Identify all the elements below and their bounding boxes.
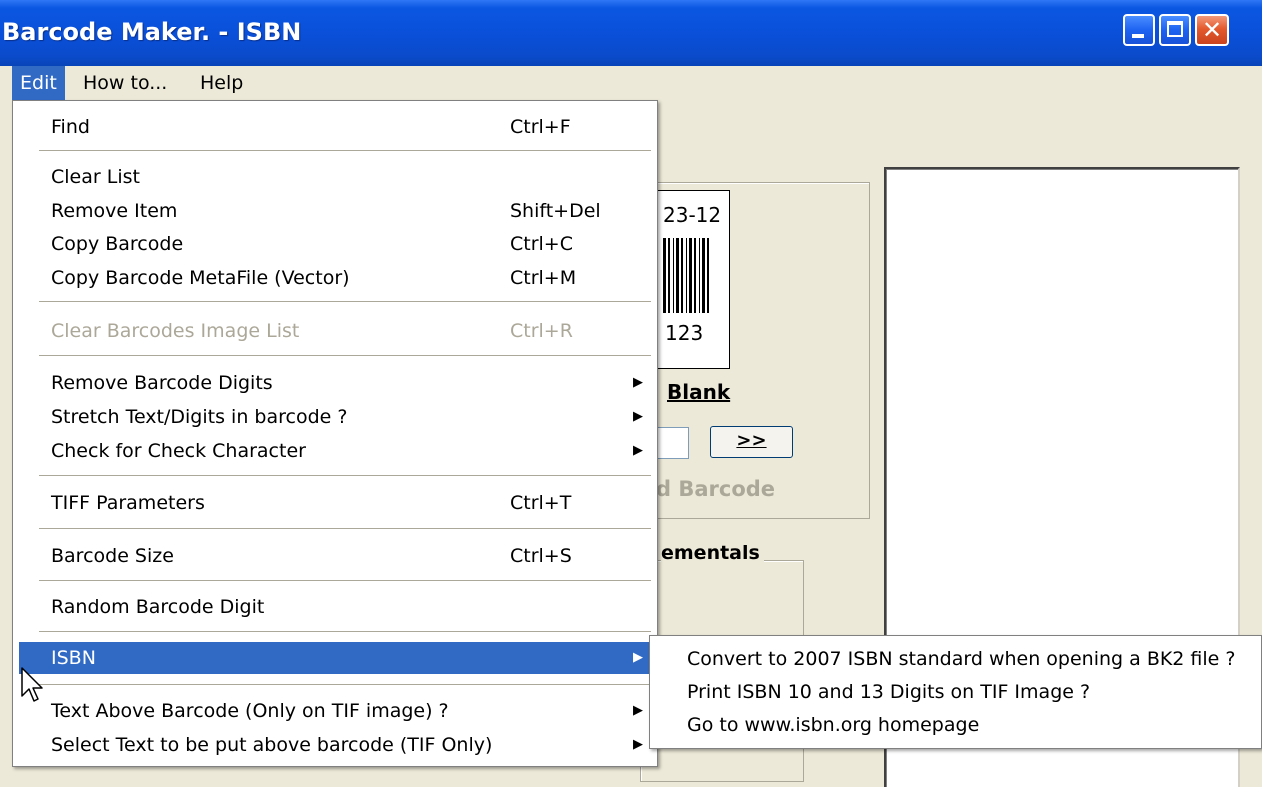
disabled-barcode-button: d Barcode xyxy=(656,477,776,501)
menu-item-shortcut: Ctrl+R xyxy=(510,320,573,342)
menu-item-copy-metafile[interactable]: Copy Barcode MetaFile (Vector) Ctrl+M xyxy=(13,262,657,294)
title-bar[interactable]: Barcode Maker. - ISBN ✕ xyxy=(0,0,1262,66)
menu-separator xyxy=(39,475,651,476)
next-button-label: >> xyxy=(736,430,767,451)
menu-edit[interactable]: Edit xyxy=(12,66,65,100)
submenu-arrow-icon: ▶ xyxy=(633,737,643,752)
submenu-item-label: Convert to 2007 ISBN standard when openi… xyxy=(687,648,1236,670)
menu-how-to[interactable]: How to... xyxy=(75,66,175,100)
menu-separator xyxy=(39,528,651,529)
maximize-button[interactable] xyxy=(1159,14,1191,46)
menu-item-select-text-above[interactable]: Select Text to be put above barcode (TIF… xyxy=(13,729,657,761)
menu-help[interactable]: Help xyxy=(192,66,251,100)
menu-item-label: Select Text to be put above barcode (TIF… xyxy=(51,734,493,756)
menu-item-label: Text Above Barcode (Only on TIF image) ? xyxy=(51,700,449,722)
menu-item-remove-item[interactable]: Remove Item Shift+Del xyxy=(13,195,657,227)
blank-label[interactable]: Blank xyxy=(667,380,730,404)
menu-item-shortcut: Ctrl+S xyxy=(510,545,572,567)
menu-item-stretch-text[interactable]: Stretch Text/Digits in barcode ? ▶ xyxy=(13,401,657,433)
menu-separator xyxy=(39,631,651,632)
window-title: Barcode Maker. - ISBN xyxy=(2,18,302,46)
menu-item-text-above[interactable]: Text Above Barcode (Only on TIF image) ?… xyxy=(13,695,657,727)
barcode-preview: 23-12 123 xyxy=(648,190,730,369)
barcode-top-text: 23-12 xyxy=(663,203,722,227)
menu-item-label: Random Barcode Digit xyxy=(51,596,265,618)
menu-separator xyxy=(39,580,651,581)
digit-input[interactable] xyxy=(655,427,689,459)
menu-item-shortcut: Ctrl+T xyxy=(510,492,572,514)
edit-menu: Find Ctrl+F Clear List Remove Item Shift… xyxy=(12,100,658,767)
close-icon: ✕ xyxy=(1201,16,1223,44)
menu-item-label: Clear Barcodes Image List xyxy=(51,320,300,342)
menu-separator xyxy=(39,355,651,356)
menu-item-label: Remove Barcode Digits xyxy=(51,372,273,394)
menu-item-label: Copy Barcode MetaFile (Vector) xyxy=(51,267,350,289)
menu-item-label: Find xyxy=(51,116,90,138)
barcode-bars xyxy=(663,238,711,313)
blank-label-text: Blank xyxy=(667,380,731,404)
submenu-item-convert-2007[interactable]: Convert to 2007 ISBN standard when openi… xyxy=(650,643,1261,675)
menu-item-isbn[interactable]: ISBN ▶ xyxy=(19,642,651,674)
menu-item-find[interactable]: Find Ctrl+F xyxy=(13,111,657,143)
maximize-icon xyxy=(1167,21,1183,37)
menu-separator xyxy=(39,301,651,302)
isbn-submenu: Convert to 2007 ISBN standard when openi… xyxy=(649,635,1262,749)
menu-item-label: Remove Item xyxy=(51,200,178,222)
menu-item-copy-barcode[interactable]: Copy Barcode Ctrl+C xyxy=(13,228,657,260)
submenu-item-label: Go to www.isbn.org homepage xyxy=(687,714,980,736)
menu-item-random-digit[interactable]: Random Barcode Digit xyxy=(13,591,657,623)
menu-separator xyxy=(39,150,651,151)
menu-item-label: Check for Check Character xyxy=(51,440,306,462)
supplementals-label: ementals xyxy=(661,542,764,564)
submenu-item-print-isbn[interactable]: Print ISBN 10 and 13 Digits on TIF Image… xyxy=(650,676,1261,708)
menu-item-clear-list[interactable]: Clear List xyxy=(13,161,657,193)
menu-bar: Edit How to... Help xyxy=(0,66,1262,100)
submenu-arrow-icon: ▶ xyxy=(633,409,643,424)
minimize-icon xyxy=(1132,34,1144,38)
submenu-item-label: Print ISBN 10 and 13 Digits on TIF Image… xyxy=(687,681,1091,703)
menu-item-clear-image-list: Clear Barcodes Image List Ctrl+R xyxy=(13,315,657,347)
barcode-bottom-text: 123 xyxy=(665,321,704,345)
next-button[interactable]: >> xyxy=(710,426,793,458)
submenu-arrow-icon: ▶ xyxy=(633,443,643,458)
menu-item-label: Clear List xyxy=(51,166,140,188)
menu-item-label: Stretch Text/Digits in barcode ? xyxy=(51,406,348,428)
menu-item-label: ISBN xyxy=(51,647,96,669)
submenu-item-isbn-homepage[interactable]: Go to www.isbn.org homepage xyxy=(650,709,1261,741)
menu-item-label: Copy Barcode xyxy=(51,233,184,255)
menu-item-remove-digits[interactable]: Remove Barcode Digits ▶ xyxy=(13,367,657,399)
menu-item-shortcut: Shift+Del xyxy=(510,200,601,222)
menu-item-label: Barcode Size xyxy=(51,545,174,567)
submenu-arrow-icon: ▶ xyxy=(633,650,643,665)
minimize-button[interactable] xyxy=(1123,14,1155,46)
menu-item-barcode-size[interactable]: Barcode Size Ctrl+S xyxy=(13,540,657,572)
menu-item-shortcut: Ctrl+C xyxy=(510,233,573,255)
menu-item-shortcut: Ctrl+M xyxy=(510,267,577,289)
submenu-arrow-icon: ▶ xyxy=(633,703,643,718)
submenu-arrow-icon: ▶ xyxy=(633,375,643,390)
close-button[interactable]: ✕ xyxy=(1195,14,1229,46)
menu-separator xyxy=(39,684,651,685)
menu-item-tiff-parameters[interactable]: TIFF Parameters Ctrl+T xyxy=(13,487,657,519)
menu-item-label: TIFF Parameters xyxy=(51,492,205,514)
mouse-cursor-icon xyxy=(21,667,43,702)
menu-item-check-character[interactable]: Check for Check Character ▶ xyxy=(13,435,657,467)
menu-item-shortcut: Ctrl+F xyxy=(510,116,571,138)
